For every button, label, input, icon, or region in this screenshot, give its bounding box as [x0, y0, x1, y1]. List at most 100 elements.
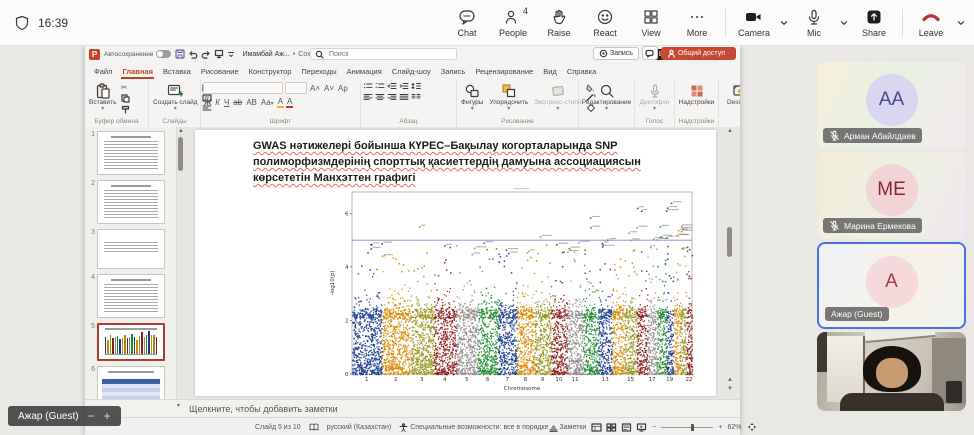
- slide-thumbnail-2[interactable]: 2: [87, 180, 176, 224]
- undo-icon[interactable]: [188, 49, 198, 59]
- format-painter-button[interactable]: [121, 105, 130, 114]
- tab-4[interactable]: Конструктор: [244, 65, 297, 78]
- arrange-button[interactable]: Упорядочить▾: [487, 82, 530, 114]
- meet-raise-button[interactable]: Raise: [536, 2, 582, 44]
- next-slide-icon[interactable]: ▼: [726, 386, 734, 392]
- meet-more-button[interactable]: More: [674, 2, 720, 44]
- start-slideshow-icon[interactable]: [214, 49, 224, 59]
- clear-format-button[interactable]: Ар: [337, 84, 349, 93]
- italic-button[interactable]: К: [214, 98, 221, 107]
- shapes-button[interactable]: Фигуры▾: [459, 82, 485, 114]
- slide-thumbnail-1[interactable]: 1: [87, 131, 176, 175]
- slide-thumbnail-3[interactable]: 3: [87, 229, 176, 269]
- minimize-thumbnails-button[interactable]: −: [88, 410, 95, 422]
- slide-title[interactable]: GWAS нәтижелері бойынша КҮРЕС–Бақылау ко…: [195, 130, 716, 187]
- strikethrough-button[interactable]: ab: [232, 98, 243, 107]
- customize-qat-icon[interactable]: [227, 50, 235, 58]
- meet-share-button[interactable]: Share: [851, 2, 897, 44]
- slide-scrollbar[interactable]: ▲ ▲ ▼: [726, 127, 734, 399]
- save-icon[interactable]: [175, 49, 185, 59]
- share-access-button[interactable]: Общий доступ▾: [661, 47, 736, 60]
- bold-button[interactable]: Ж: [203, 98, 212, 107]
- font-size-select[interactable]: [285, 82, 307, 94]
- comments-button[interactable]: [642, 46, 658, 60]
- tab-6[interactable]: Анимация: [342, 65, 387, 78]
- line-spacing-button[interactable]: [411, 82, 421, 90]
- meet-leave-button[interactable]: Leave: [908, 2, 954, 44]
- paste-button[interactable]: Вставить▾: [87, 82, 119, 114]
- align-left-button[interactable]: [363, 93, 373, 101]
- tab-9[interactable]: Рецензирование: [470, 65, 538, 78]
- security-shield-icon[interactable]: [14, 15, 30, 31]
- participant-tile-1[interactable]: AAАрман Абайлдаев: [817, 62, 966, 149]
- chevron-down-icon[interactable]: [954, 18, 968, 28]
- slide-thumbnail-4[interactable]: 4: [87, 274, 176, 318]
- grow-font-button[interactable]: А˄: [309, 84, 321, 93]
- toggle-off-icon[interactable]: [156, 50, 171, 58]
- justify-button[interactable]: [399, 93, 409, 101]
- notes-splitter-icon[interactable]: ▾: [177, 402, 180, 409]
- bullet-list-button[interactable]: [363, 82, 373, 90]
- zoom-in-button[interactable]: +: [718, 424, 722, 431]
- slideshow-view-button[interactable]: [636, 423, 647, 432]
- dictate-button[interactable]: Диктофон▾: [637, 82, 671, 114]
- slide-sorter-view-button[interactable]: [606, 423, 617, 432]
- participant-tile-3[interactable]: AАжар (Guest): [817, 242, 966, 329]
- zoom-slider[interactable]: [661, 427, 713, 428]
- highlight-color-button[interactable]: А: [277, 97, 284, 108]
- new-slide-button[interactable]: Создать слайд▾: [151, 82, 200, 114]
- meet-chat-button[interactable]: Chat: [444, 2, 490, 44]
- align-center-button[interactable]: [375, 93, 385, 101]
- decrease-indent-button[interactable]: [387, 82, 397, 90]
- slide-canvas[interactable]: GWAS нәтижелері бойынша КҮРЕС–Бақылау ко…: [195, 130, 716, 396]
- align-right-button[interactable]: [387, 93, 397, 101]
- char-spacing-button[interactable]: АВ: [245, 98, 258, 107]
- redo-icon[interactable]: [201, 49, 211, 59]
- previous-slide-icon[interactable]: ▲: [726, 377, 734, 383]
- webcam-video[interactable]: [817, 332, 966, 411]
- meet-view-button[interactable]: View: [628, 2, 674, 44]
- normal-view-button[interactable]: [591, 423, 602, 432]
- quick-styles-button[interactable]: Экспресс-стили▾: [532, 82, 584, 114]
- expand-thumbnails-button[interactable]: +: [104, 410, 111, 422]
- cut-button[interactable]: ✂: [121, 84, 130, 92]
- addins-button[interactable]: Надстройки: [677, 82, 717, 107]
- tab-7[interactable]: Слайд-шоу: [387, 65, 436, 78]
- scroll-up-icon[interactable]: ▲: [726, 128, 734, 134]
- underline-button[interactable]: Ч: [223, 98, 230, 107]
- search-input[interactable]: [327, 50, 452, 59]
- zoom-slider-thumb[interactable]: [691, 424, 694, 431]
- editing-button[interactable]: Редактирование▾: [580, 82, 634, 114]
- zoom-level-button[interactable]: 62%: [727, 424, 741, 431]
- tab-5[interactable]: Переходы: [296, 65, 341, 78]
- slide-thumbnail-6[interactable]: 6: [87, 366, 176, 399]
- change-case-button[interactable]: Aa▾: [260, 98, 275, 107]
- meet-camera-button[interactable]: Camera: [731, 2, 777, 44]
- meet-people-button[interactable]: 4People: [490, 2, 536, 44]
- tab-file[interactable]: Файл: [89, 65, 117, 78]
- designer-button[interactable]: Designer: [725, 82, 740, 107]
- tab-2[interactable]: Вставка: [158, 65, 196, 78]
- tab-8[interactable]: Запись: [436, 65, 471, 78]
- slide-thumbnail-5[interactable]: 5: [87, 323, 176, 361]
- record-button[interactable]: Запись: [593, 47, 639, 60]
- language-button[interactable]: русский (Казахстан): [327, 424, 392, 431]
- meet-mic-button[interactable]: Mic: [791, 2, 837, 44]
- chevron-down-icon[interactable]: [837, 18, 851, 28]
- shrink-font-button[interactable]: А˅: [323, 84, 335, 93]
- participant-tile-2[interactable]: MEМарина Ермекова: [817, 152, 966, 239]
- search-box[interactable]: [310, 48, 457, 60]
- zoom-out-button[interactable]: −: [652, 424, 656, 431]
- tab-1[interactable]: Главная: [117, 65, 158, 78]
- floating-speaker-pill[interactable]: Ажар (Guest) − +: [8, 406, 121, 426]
- chevron-down-icon[interactable]: [777, 18, 791, 28]
- numbered-list-button[interactable]: [375, 82, 385, 90]
- tab-11[interactable]: Справка: [562, 65, 601, 78]
- spellcheck-icon[interactable]: [309, 423, 319, 431]
- meet-react-button[interactable]: React: [582, 2, 628, 44]
- font-name-select[interactable]: [203, 82, 283, 94]
- notes-button[interactable]: Заметки: [549, 423, 587, 432]
- font-color-button[interactable]: А: [286, 97, 293, 108]
- accessibility-button[interactable]: Специальные возможности: все в порядке: [399, 423, 548, 432]
- notes-placeholder[interactable]: Щелкните, чтобы добавить заметки: [189, 404, 338, 414]
